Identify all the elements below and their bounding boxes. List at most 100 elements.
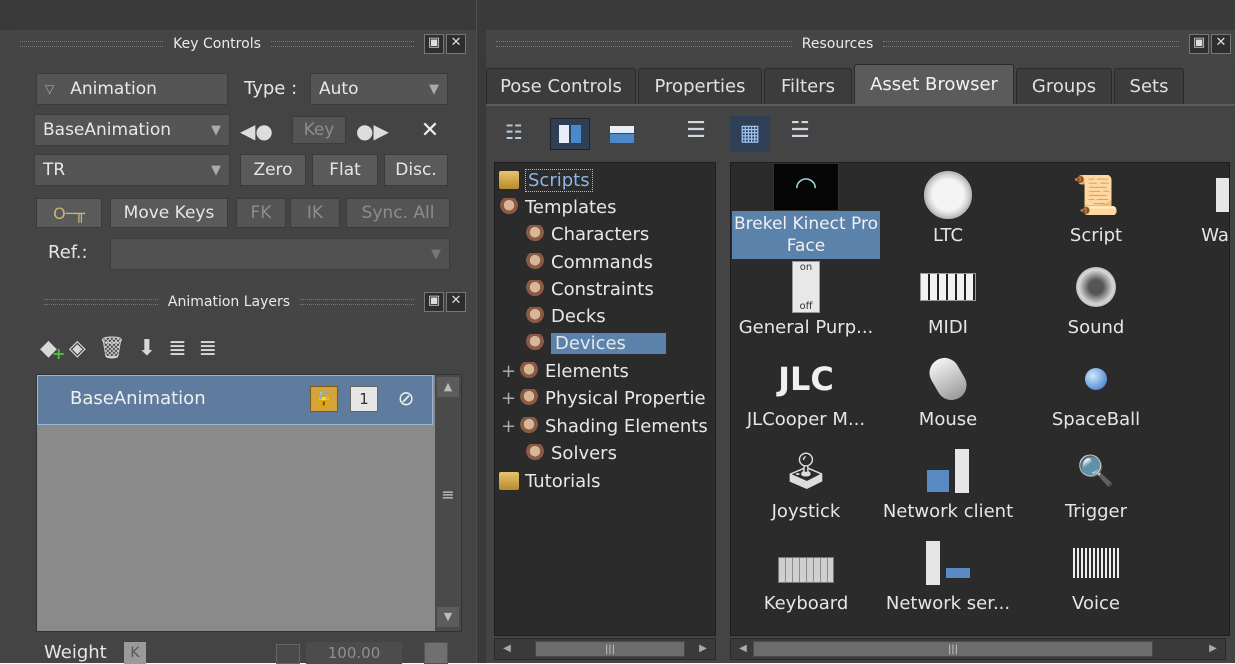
- asset-voice[interactable]: Voice: [1021, 537, 1171, 629]
- animation-dropdown[interactable]: ▽ Animation: [36, 73, 228, 105]
- base-animation-dropdown[interactable]: BaseAnimation ▼: [34, 114, 230, 146]
- stack-icon[interactable]: ≣: [168, 336, 186, 361]
- tree-item-scripts[interactable]: Scripts: [499, 167, 593, 193]
- scroll-grip-icon[interactable]: ≡: [439, 485, 457, 515]
- weight-key-button[interactable]: K: [124, 642, 146, 664]
- expand-icon[interactable]: +: [501, 361, 519, 382]
- weight-slider-handle[interactable]: [424, 642, 448, 664]
- scroll-right-icon[interactable]: ▶: [693, 641, 713, 657]
- asset-label: Wacoı: [1201, 225, 1229, 246]
- fk-button[interactable]: FK: [236, 198, 286, 228]
- weight-value[interactable]: 100.00: [306, 642, 402, 664]
- tree-item-constraints[interactable]: Constraints: [525, 276, 654, 302]
- tab-sets[interactable]: Sets: [1114, 68, 1184, 104]
- scroll-left-icon[interactable]: ◀: [497, 641, 517, 657]
- tree-scrollbar[interactable]: ◀ ||| ▶: [494, 638, 716, 660]
- asset-spaceball[interactable]: SpaceBall: [1021, 353, 1171, 445]
- tree-view-icon[interactable]: ☷: [500, 120, 528, 148]
- asset-network-server[interactable]: Network ser...: [873, 537, 1023, 629]
- delete-key-button[interactable]: ✕: [416, 116, 444, 144]
- expand-icon[interactable]: +: [501, 416, 519, 437]
- tab-asset-browser[interactable]: Asset Browser: [854, 64, 1014, 104]
- type-dropdown[interactable]: Auto ▼: [310, 73, 448, 105]
- tree-item-templates[interactable]: Templates: [499, 194, 617, 220]
- asset-jlcooper[interactable]: JLC JLCooper M...: [731, 353, 881, 445]
- key-button[interactable]: Key: [292, 116, 346, 144]
- scroll-left-icon[interactable]: ◀: [733, 641, 753, 657]
- tree-item-devices[interactable]: Devices: [525, 330, 666, 356]
- tab-groups[interactable]: Groups: [1016, 68, 1112, 104]
- close-icon[interactable]: ✕: [446, 34, 467, 54]
- ref-dropdown[interactable]: ▼: [110, 238, 450, 270]
- split-horizontal-icon[interactable]: [602, 118, 642, 150]
- list-view-icon[interactable]: ☰: [680, 118, 712, 150]
- flat-button[interactable]: Flat: [312, 154, 378, 186]
- asset-label: General Purp...: [738, 317, 874, 338]
- add-layer-icon[interactable]: ◆ +: [40, 336, 65, 363]
- tr-dropdown[interactable]: TR ▼: [34, 154, 230, 186]
- asset-mouse[interactable]: Mouse: [873, 352, 1023, 445]
- close-icon[interactable]: ✕: [446, 292, 466, 312]
- template-icon: [519, 362, 539, 380]
- mute-icon[interactable]: ⊘: [392, 386, 420, 412]
- split-vertical-icon[interactable]: [550, 118, 590, 150]
- tree-item-shading-elements[interactable]: + Shading Elements: [501, 413, 708, 439]
- ik-button[interactable]: IK: [290, 198, 340, 228]
- disc-button[interactable]: Disc.: [384, 154, 448, 186]
- tree-item-commands[interactable]: Commands: [525, 249, 653, 275]
- animation-layers-title: Animation Layers: [167, 294, 291, 310]
- pane-splitter[interactable]: [716, 162, 730, 636]
- stack-icon[interactable]: ≣: [199, 336, 217, 361]
- asset-network-client[interactable]: Network client: [873, 445, 1023, 537]
- trash-icon[interactable]: 🗑: [98, 336, 126, 361]
- weight-checkbox[interactable]: [276, 644, 300, 664]
- panel-divider[interactable]: [476, 0, 486, 663]
- tree-scroll-thumb[interactable]: |||: [535, 641, 685, 657]
- layer-icon[interactable]: ◈: [69, 336, 86, 361]
- layer-badge[interactable]: 1: [350, 386, 378, 412]
- scroll-right-icon[interactable]: ▶: [1203, 641, 1223, 657]
- asset-midi[interactable]: MIDI: [873, 261, 1023, 353]
- asset-general-purpose[interactable]: on off General Purp...: [731, 261, 881, 353]
- sync-all-button[interactable]: Sync. All: [346, 198, 450, 228]
- key-toggle-button[interactable]: O─╥: [36, 198, 102, 228]
- detail-view-icon[interactable]: ☱: [784, 118, 816, 150]
- asset-brekel-kinect[interactable]: ◠ Brekel Kinect Pro Face: [731, 163, 881, 259]
- asset-wacom[interactable]: Wacoı: [1145, 169, 1229, 261]
- tree-item-solvers[interactable]: Solvers: [525, 440, 617, 466]
- play-back-icon: ◀●: [240, 119, 273, 143]
- prev-key-button[interactable]: ◀●: [240, 118, 286, 144]
- asset-joystick[interactable]: 🕹 Joystick: [731, 445, 881, 537]
- tree-item-decks[interactable]: Decks: [525, 303, 606, 329]
- tree-item-tutorials[interactable]: Tutorials: [499, 468, 601, 494]
- asset-sound[interactable]: Sound: [1021, 261, 1171, 353]
- tree-item-elements[interactable]: + Elements: [501, 358, 629, 384]
- asset-ltc[interactable]: LTC: [873, 169, 1023, 261]
- tab-pose-controls[interactable]: Pose Controls: [486, 68, 636, 104]
- lock-icon[interactable]: 🔓: [310, 386, 338, 412]
- asset-label: JLCooper M...: [746, 409, 866, 430]
- float-icon[interactable]: ▣: [424, 34, 445, 54]
- asset-keyboard[interactable]: Keyboard: [731, 537, 881, 629]
- asset-scroll-thumb[interactable]: |||: [753, 641, 1153, 657]
- merge-icon[interactable]: ⬇: [138, 336, 156, 361]
- expand-icon[interactable]: +: [501, 388, 519, 409]
- tab-properties[interactable]: Properties: [638, 68, 762, 104]
- scroll-down-icon[interactable]: ▼: [437, 607, 459, 627]
- tab-filters[interactable]: Filters: [764, 68, 852, 104]
- asset-scrollbar[interactable]: ◀ ||| ▶: [730, 638, 1226, 660]
- scroll-up-icon[interactable]: ▲: [437, 377, 459, 397]
- tree-item-characters[interactable]: Characters: [525, 221, 649, 247]
- next-key-button[interactable]: ●▶: [356, 118, 402, 144]
- asset-trigger[interactable]: 🔍 Trigger: [1021, 445, 1171, 537]
- network-server-icon: [919, 537, 977, 589]
- close-icon[interactable]: ✕: [1211, 34, 1231, 54]
- layer-scrollbar[interactable]: ▲ ≡ ▼: [435, 375, 461, 631]
- float-icon[interactable]: ▣: [424, 292, 444, 312]
- float-icon[interactable]: ▣: [1189, 34, 1209, 54]
- move-keys-button[interactable]: Move Keys: [110, 198, 228, 228]
- tree-item-physical-properties[interactable]: + Physical Propertie: [501, 385, 706, 411]
- icon-view-icon[interactable]: ▦: [730, 116, 770, 152]
- zero-button[interactable]: Zero: [240, 154, 306, 186]
- layer-row[interactable]: BaseAnimation 🔓 1 ⊘: [37, 375, 433, 425]
